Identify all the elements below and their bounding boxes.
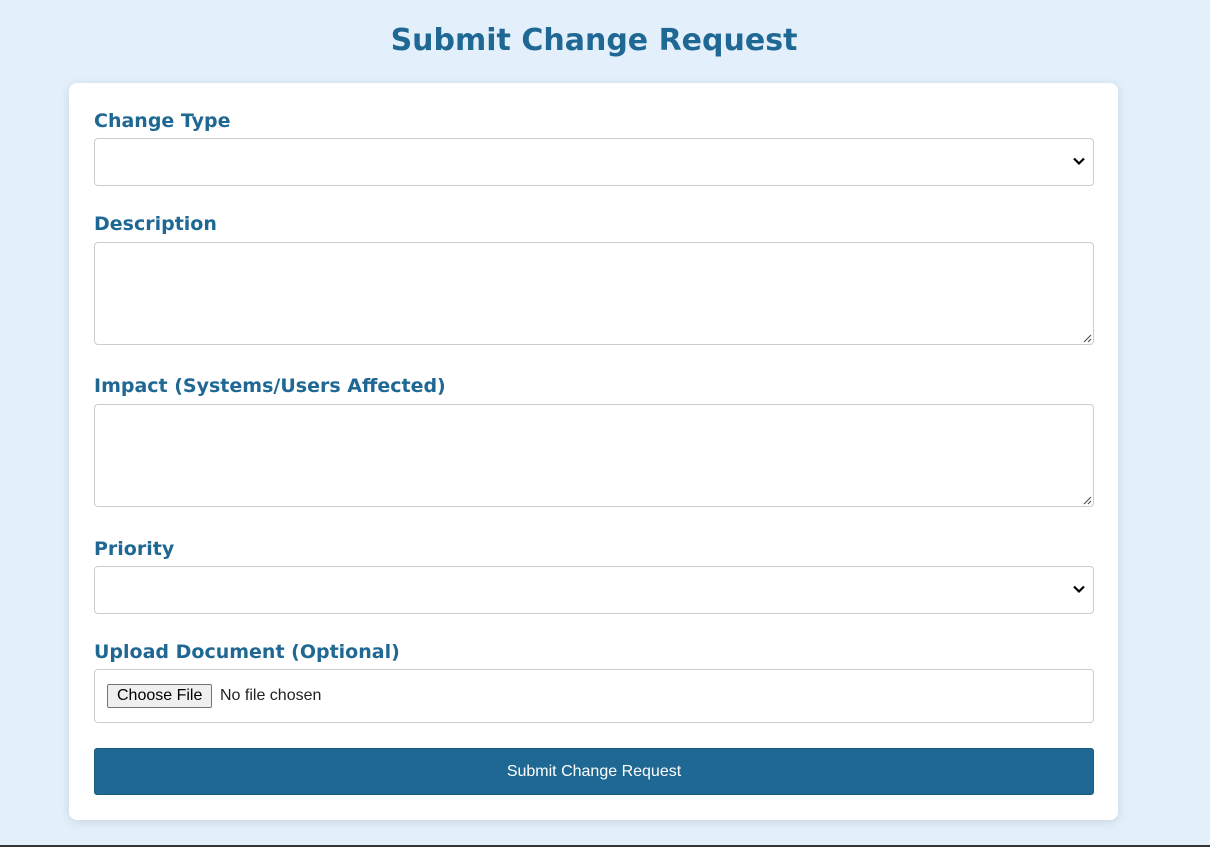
priority-label: Priority — [94, 538, 175, 560]
file-upload-field[interactable]: Choose File No file chosen — [94, 669, 1094, 723]
submit-button[interactable]: Submit Change Request — [94, 748, 1094, 795]
upload-label: Upload Document (Optional) — [94, 641, 400, 663]
change-type-select[interactable] — [94, 138, 1094, 186]
impact-label: Impact (Systems/Users Affected) — [94, 375, 446, 397]
change-request-form: Change Type Description Impact (Systems/… — [69, 83, 1118, 820]
resize-grip-icon[interactable] — [1082, 333, 1092, 343]
priority-select[interactable] — [94, 566, 1094, 614]
file-status-text: No file chosen — [220, 687, 322, 704]
chevron-down-icon — [1073, 157, 1085, 166]
resize-grip-icon[interactable] — [1082, 495, 1092, 505]
choose-file-button[interactable]: Choose File — [107, 684, 213, 708]
description-textarea[interactable] — [94, 242, 1094, 345]
description-label: Description — [94, 213, 217, 235]
page-title: Submit Change Request — [390, 23, 798, 58]
impact-textarea[interactable] — [94, 404, 1094, 507]
change-type-label: Change Type — [94, 110, 231, 132]
chevron-down-icon — [1073, 585, 1085, 594]
